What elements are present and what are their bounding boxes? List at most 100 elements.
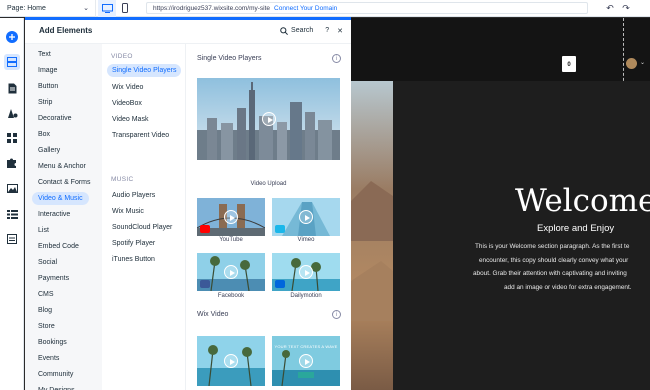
caption-video-upload: Video Upload — [250, 181, 287, 187]
video-heading: VIDEO — [111, 53, 133, 60]
category-item[interactable]: Gallery — [32, 144, 66, 157]
pages-button[interactable] — [4, 80, 20, 96]
category-item[interactable]: My Designs — [32, 384, 81, 390]
facebook-thumbnail[interactable] — [197, 253, 265, 291]
search-button[interactable]: Search — [280, 26, 314, 35]
site-design-button[interactable] — [4, 105, 20, 121]
mobile-view-button[interactable] — [116, 0, 134, 17]
desktop-view-button[interactable] — [98, 0, 116, 17]
category-item[interactable]: Payments — [32, 272, 75, 285]
mobile-icon — [122, 3, 128, 13]
music-subcategory-item[interactable]: Spotify Player — [107, 237, 160, 250]
category-item[interactable]: Contact & Forms — [32, 176, 97, 189]
hero-paragraph-line: encounter, this copy should clearly conv… — [479, 256, 629, 264]
desktop-icon — [101, 3, 113, 13]
caption-dailymotion: Dailymotion — [290, 293, 322, 299]
category-item[interactable]: Store — [32, 320, 61, 333]
category-item[interactable]: CMS — [32, 288, 60, 301]
search-label: Search — [291, 27, 314, 34]
category-item[interactable]: Blog — [32, 304, 58, 317]
category-item[interactable]: Button — [32, 80, 64, 93]
hero-section — [393, 81, 650, 390]
video-subcategory-item[interactable]: Video Mask — [107, 113, 153, 126]
youtube-icon — [200, 225, 210, 233]
youtube-thumbnail[interactable] — [197, 198, 265, 236]
media-icon — [6, 183, 18, 193]
left-toolbar — [0, 18, 24, 390]
add-elements-panel: Add Elements Search ? ✕ Text Image Button S… — [25, 18, 351, 390]
apps-icon — [7, 133, 17, 143]
elements-preview: Single Video Players i Video Upload YouT… — [186, 44, 351, 390]
hero-paragraph-line: add an image or video for extra engageme… — [504, 283, 632, 291]
category-item[interactable]: List — [32, 224, 55, 237]
add-apps-button[interactable] — [4, 130, 20, 146]
add-icon — [6, 31, 18, 43]
play-icon — [224, 265, 238, 279]
hero-paragraph-line: This is your Welcome section paragraph. … — [475, 243, 630, 250]
category-item[interactable]: Community — [32, 368, 79, 381]
pages-icon — [8, 83, 16, 93]
category-item[interactable]: Menu & Anchor — [32, 160, 92, 173]
music-subcategory-item[interactable]: Audio Players — [107, 189, 160, 202]
editor-topbar: Page: Home ⌄ https://irodriguez537.wixsi… — [0, 0, 650, 17]
music-subcategory-item[interactable]: iTunes Button — [107, 253, 160, 266]
video-subcategory-item[interactable]: Single Video Players — [107, 64, 182, 77]
video-subcategory-item[interactable]: VideoBox — [107, 97, 147, 110]
category-item[interactable]: Bookings — [32, 336, 73, 349]
hero-paragraph: This is your Welcome section paragraph. … — [473, 240, 650, 294]
undo-button[interactable]: ↶ — [603, 3, 617, 14]
connect-domain-link[interactable]: Connect Your Domain — [274, 5, 337, 12]
page-selector-label: Page: Home — [7, 4, 46, 12]
music-subcategory-item[interactable]: Wix Music — [107, 205, 149, 218]
section-title-wix-video: Wix Video — [197, 311, 229, 318]
panel-header: Add Elements Search ? ✕ — [25, 18, 351, 44]
vimeo-thumbnail[interactable] — [272, 198, 340, 236]
category-item[interactable]: Video & Music — [32, 192, 89, 205]
play-icon — [299, 354, 313, 368]
dailymotion-thumbnail[interactable] — [272, 253, 340, 291]
panel-accent-bar — [25, 17, 351, 20]
category-item[interactable]: Box — [32, 128, 56, 141]
content-icon — [7, 234, 17, 244]
content-manager-button[interactable] — [4, 231, 20, 247]
category-item[interactable]: Social — [32, 256, 63, 269]
video-upload-thumbnail[interactable] — [197, 78, 340, 160]
redo-icon: ↷ — [622, 2, 630, 13]
chevron-down-icon: ⌄ — [83, 5, 89, 12]
category-item[interactable]: Text — [32, 48, 57, 61]
video-subcategory-item[interactable]: Wix Video — [107, 81, 148, 94]
category-item[interactable]: Image — [32, 64, 63, 77]
add-section-button[interactable] — [4, 54, 20, 70]
wave-banner-text: YOUR TEXT CREATES A WAVE — [274, 344, 338, 349]
puzzle-icon — [7, 158, 16, 168]
help-icon[interactable]: ? — [325, 27, 329, 34]
add-elements-button[interactable] — [4, 29, 20, 45]
site-url: https://irodriguez537.wixsite.com/my-sit… — [153, 4, 271, 12]
music-subcategory-item[interactable]: SoundCloud Player — [107, 221, 177, 234]
category-item[interactable]: Interactive — [32, 208, 76, 221]
wix-video-thumbnail-1[interactable] — [197, 336, 265, 386]
redo-button[interactable]: ↷ — [619, 3, 633, 14]
hero-subtitle: Explore and Enjoy — [537, 223, 615, 234]
undo-icon: ↶ — [606, 2, 614, 13]
category-item[interactable]: Embed Code — [32, 240, 85, 253]
info-icon[interactable]: i — [332, 310, 341, 319]
media-button[interactable] — [4, 180, 20, 196]
section-title-single-video: Single Video Players — [197, 55, 262, 62]
info-icon[interactable]: i — [332, 54, 341, 63]
play-icon — [224, 210, 238, 224]
business-tools-button[interactable] — [4, 155, 20, 171]
category-item[interactable]: Decorative — [32, 112, 77, 125]
category-item[interactable]: Events — [32, 352, 65, 365]
play-icon — [261, 112, 276, 126]
page-selector[interactable]: Page: Home ⌄ — [0, 0, 96, 17]
cms-button[interactable] — [4, 206, 20, 222]
wix-video-thumbnail-2[interactable]: YOUR TEXT CREATES A WAVE — [272, 336, 340, 386]
video-subcategory-item[interactable]: Transparent Video — [107, 129, 174, 142]
avatar[interactable] — [626, 58, 637, 69]
category-item[interactable]: Strip — [32, 96, 58, 109]
hero-title: Welcome — [515, 183, 650, 219]
caption-vimeo: Vimeo — [297, 237, 315, 243]
facebook-icon — [200, 280, 210, 288]
close-icon[interactable]: ✕ — [337, 27, 343, 35]
